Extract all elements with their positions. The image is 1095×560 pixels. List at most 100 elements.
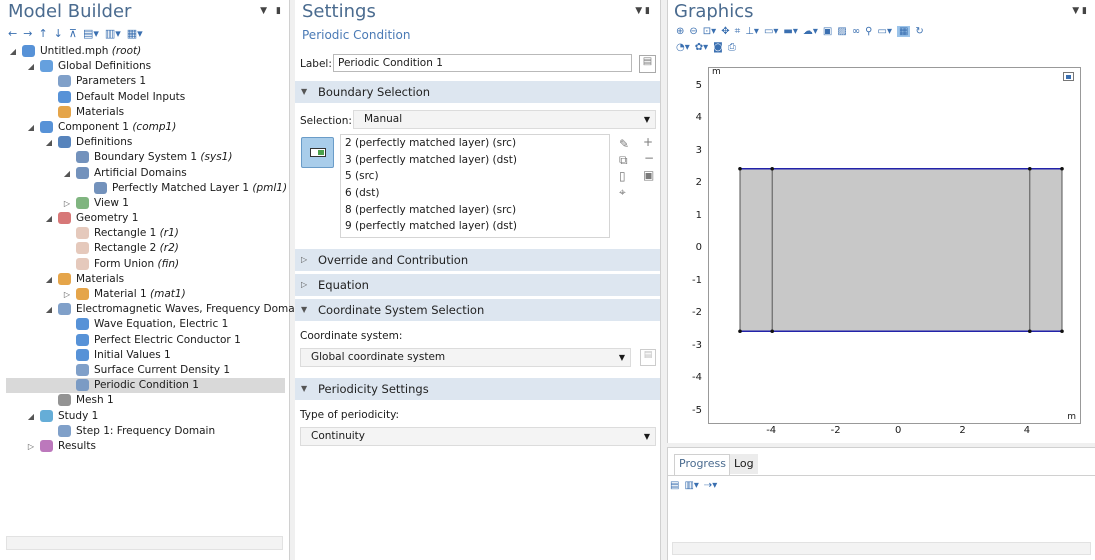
label-input[interactable]: Periodic Condition 1 (333, 54, 632, 72)
expanded-arrow-icon[interactable]: ◢ (62, 166, 72, 181)
sort-icon[interactable]: ▤▾ (83, 27, 99, 40)
tree-node[interactable]: Perfectly Matched Layer 1 (pml1) (6, 181, 287, 196)
selection-dropdown[interactable]: Manual ▼ (353, 110, 656, 129)
view-menu-icon[interactable]: ▭▾ (878, 26, 892, 37)
override-contribution-section[interactable]: ▷ Override and Contribution (295, 249, 660, 271)
hide-icon[interactable]: ⚲ (865, 26, 872, 37)
tree-node[interactable]: ◢ Electromagnetic Waves, Frequency Domain (6, 302, 304, 317)
list-item[interactable]: 9 (perfectly matched layer) (dst) (341, 218, 609, 235)
coordinate-system-dropdown[interactable]: Global coordinate system ▼ (300, 348, 631, 367)
expanded-arrow-icon[interactable]: ◢ (26, 120, 36, 135)
axes-icon[interactable]: ⊥▾ (745, 26, 759, 37)
tree-node[interactable]: ◢ Component 1 (comp1) (6, 120, 285, 135)
tree-node[interactable]: ◢ Materials (6, 272, 285, 287)
go-to-source-icon[interactable]: ▤ (640, 349, 656, 366)
clear-selection-icon[interactable]: ▯ (619, 169, 626, 183)
view-options-icon[interactable]: ▦▾ (127, 27, 143, 40)
tab-log[interactable]: Log (730, 454, 758, 474)
zoom-out-icon[interactable]: ⊖ (689, 26, 697, 37)
horizontal-scrollbar[interactable] (6, 536, 283, 550)
filter-icon[interactable]: ▥▾ (105, 27, 121, 40)
tree-node[interactable]: Step 1: Frequency Domain (6, 424, 285, 439)
tree-node[interactable]: ◢ Global Definitions (6, 59, 285, 74)
tree-node[interactable]: ▷ View 1 (6, 196, 285, 211)
list-item[interactable]: 3 (perfectly matched layer) (dst) (341, 152, 609, 169)
tree-node[interactable]: Mesh 1 (6, 393, 285, 408)
tree-node[interactable]: Periodic Condition 1 (6, 378, 285, 394)
move-up-icon[interactable]: ↑ (38, 27, 47, 40)
copy-selection-icon[interactable]: ⧉ (619, 153, 628, 168)
tree-node[interactable]: ◢ Definitions (6, 135, 285, 150)
link-icon[interactable]: ∞ (852, 26, 860, 37)
label-edit-icon[interactable]: ▤ (639, 55, 656, 73)
move-down-icon[interactable]: ↓ (54, 27, 63, 40)
panel-menu-icon[interactable]: ▼ (260, 6, 267, 16)
pin-icon[interactable]: ▼ ▮ (635, 6, 650, 16)
boundary-selection-section[interactable]: ▼ Boundary Selection (295, 81, 660, 103)
tree-node[interactable]: ◢ Geometry 1 (6, 211, 285, 226)
expanded-arrow-icon[interactable]: ◢ (44, 302, 54, 317)
tree-node[interactable]: Rectangle 1 (r1) (6, 226, 285, 241)
selection-mode-icon[interactable]: ▬▾ (783, 26, 797, 37)
paste-selection-icon[interactable]: ✎ (619, 137, 629, 151)
periodicity-settings-section[interactable]: ▼ Periodicity Settings (295, 378, 660, 400)
coordinate-system-section[interactable]: ▼ Coordinate System Selection (295, 299, 660, 321)
back-arrow-icon[interactable]: ← (8, 27, 17, 40)
clear-icon[interactable]: ▨ (837, 26, 846, 37)
add-icon[interactable]: + (643, 135, 653, 149)
settings-gear-icon[interactable]: ✿▾ (695, 42, 708, 53)
tree-node[interactable]: ▷ Results (6, 439, 285, 454)
table-icon[interactable]: ▤ (670, 480, 679, 491)
list-item[interactable]: 5 (src) (341, 168, 609, 185)
horizontal-scrollbar[interactable] (672, 542, 1091, 555)
tab-progress[interactable]: Progress (675, 454, 730, 474)
zoom-box-icon[interactable]: ⊡▾ (703, 26, 716, 37)
columns-icon[interactable]: ▥▾ (684, 480, 698, 491)
print-icon[interactable]: ⎙ (728, 42, 736, 53)
collapsed-arrow-icon[interactable]: ▷ (62, 196, 72, 211)
expanded-arrow-icon[interactable]: ◢ (44, 135, 54, 150)
expanded-arrow-icon[interactable]: ◢ (26, 409, 36, 424)
list-item[interactable]: 8 (perfectly matched layer) (src) (341, 202, 609, 219)
collapsed-arrow-icon[interactable]: ▷ (62, 287, 72, 302)
camera-icon[interactable]: ◙ (713, 42, 723, 53)
tree-node[interactable]: Materials (6, 105, 285, 120)
tree-node[interactable]: Parameters 1 (6, 74, 285, 89)
wireframe-toggle-icon[interactable]: ▦ (896, 26, 911, 37)
remove-icon[interactable]: − (644, 151, 654, 165)
collapsed-arrow-icon[interactable]: ▷ (26, 439, 36, 454)
expanded-arrow-icon[interactable]: ◢ (44, 211, 54, 226)
locate-icon[interactable]: ⌖ (619, 185, 626, 200)
forward-arrow-icon[interactable]: → (23, 27, 32, 40)
scene-light-icon[interactable]: ☁▾ (803, 26, 818, 37)
tree-node[interactable]: Form Union (fin) (6, 257, 285, 272)
transparency-icon[interactable]: ◔▾ (676, 42, 690, 53)
list-item[interactable]: 2 (perfectly matched layer) (src) (341, 135, 609, 152)
list-item[interactable]: 6 (dst) (341, 185, 609, 202)
pin-icon[interactable]: ▮ (276, 6, 281, 16)
render-icon[interactable]: ▣ (823, 26, 832, 37)
tree-node[interactable]: ▷ Material 1 (mat1) (6, 287, 285, 302)
tree-node[interactable]: ◢ Study 1 (6, 409, 285, 424)
zoom-in-icon[interactable]: ⊕ (676, 26, 684, 37)
convergence-icon[interactable]: ⇢▾ (704, 480, 717, 491)
pin-icon[interactable]: ▼ ▮ (1072, 6, 1087, 16)
tree-node[interactable]: Rectangle 2 (r2) (6, 241, 285, 256)
collapse-icon[interactable]: ⊼ (69, 27, 77, 40)
reset-view-icon[interactable]: ↻ (915, 26, 923, 37)
graphics-canvas[interactable]: m m (708, 67, 1081, 424)
tree-node[interactable]: ◢ Artificial Domains (6, 166, 285, 181)
equation-section[interactable]: ▷ Equation (295, 274, 660, 296)
select-boundaries-icon[interactable]: ▭▾ (764, 26, 778, 37)
periodicity-dropdown[interactable]: Continuity ▼ (300, 427, 656, 446)
zoom-selection-icon[interactable]: ▣ (643, 168, 654, 182)
tree-node[interactable]: Initial Values 1 (6, 348, 285, 363)
expanded-arrow-icon[interactable]: ◢ (26, 59, 36, 74)
expanded-arrow-icon[interactable]: ◢ (8, 44, 18, 59)
tree-node[interactable]: Perfect Electric Conductor 1 (6, 333, 285, 348)
tree-node[interactable]: Default Model Inputs (6, 90, 285, 105)
zoom-selected-icon[interactable]: ⌗ (735, 26, 741, 37)
active-selection-toggle[interactable] (301, 137, 334, 168)
tree-node[interactable]: ◢ Untitled.mph (root) (6, 44, 285, 59)
zoom-extents-icon[interactable]: ✥ (721, 26, 729, 37)
